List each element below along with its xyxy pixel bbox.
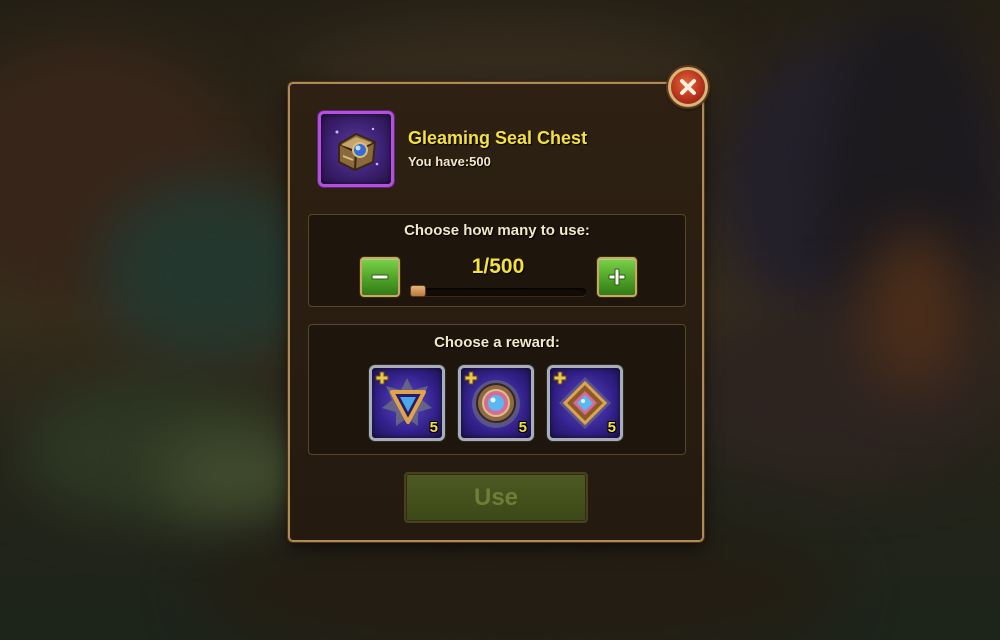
reward-option-round[interactable]: 5 — [458, 365, 534, 441]
slider-handle[interactable] — [410, 285, 426, 297]
plus-icon — [608, 268, 626, 286]
fragment-badge-icon — [553, 371, 567, 385]
minus-icon — [371, 274, 389, 280]
quantity-slider[interactable] — [410, 285, 586, 297]
reward-count: 5 — [429, 419, 438, 436]
close-icon — [680, 79, 696, 95]
quantity-title: Choose how many to use: — [404, 222, 590, 239]
item-icon-frame — [318, 111, 394, 187]
chest-icon — [335, 127, 379, 172]
increase-button[interactable] — [597, 257, 637, 297]
reward-count: 5 — [518, 419, 527, 436]
use-button[interactable]: Use — [404, 472, 588, 523]
reward-option-square[interactable]: 5 — [547, 365, 623, 441]
reward-option-triangle[interactable]: 5 — [369, 365, 445, 441]
owned-count: You have:500 — [408, 154, 491, 169]
fragment-badge-icon — [464, 371, 478, 385]
decrease-button[interactable] — [360, 257, 400, 297]
fragment-badge-icon — [375, 371, 389, 385]
close-button[interactable] — [668, 67, 708, 107]
reward-title: Choose a reward: — [434, 334, 560, 351]
item-name: Gleaming Seal Chest — [408, 128, 588, 148]
reward-count: 5 — [607, 419, 616, 436]
quantity-value: 1/500 — [471, 255, 525, 278]
